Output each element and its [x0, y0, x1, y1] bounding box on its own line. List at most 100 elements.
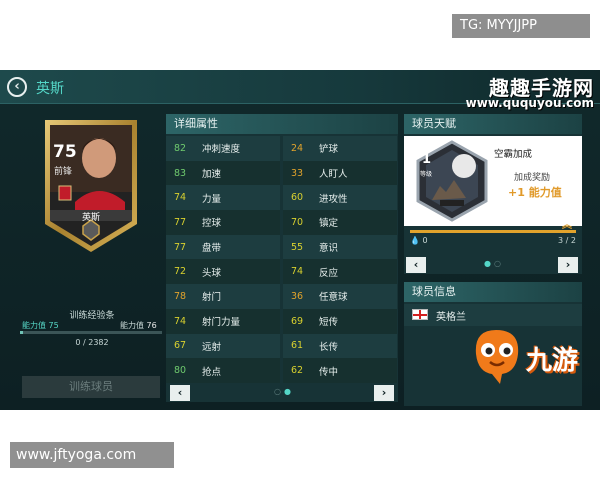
page-dot: ○	[274, 387, 284, 396]
chevron-left-icon: ‹	[413, 258, 419, 271]
attribute-name: 力量	[202, 193, 222, 205]
attribute-value: 82	[174, 142, 187, 154]
attribute-row: 78 射门	[166, 284, 280, 309]
attribute-name: 控球	[202, 218, 222, 230]
page-title: 英斯	[36, 81, 64, 97]
attribute-value: 72	[174, 266, 187, 278]
attribute-name: 意识	[319, 243, 339, 255]
page-dot: ○	[493, 259, 504, 268]
talent-next-button[interactable]: ›	[558, 257, 578, 273]
attribute-row: 74 射门力量	[166, 308, 280, 334]
talent-reward-value: +1 能力值	[508, 186, 562, 199]
attribute-value: 33	[291, 167, 304, 179]
talent-body[interactable]: 1 等级 空霸加成 加成奖励 +1 能力值 ︽	[404, 136, 582, 231]
attribute-name: 镇定	[319, 218, 339, 230]
attribute-name: 远射	[202, 341, 222, 353]
attribute-value: 83	[174, 167, 187, 179]
talent-prev-button[interactable]: ‹	[406, 257, 426, 273]
page-dot-active: ●	[484, 259, 494, 268]
attribute-row: 70 镇定	[283, 210, 397, 235]
attribute-value: 77	[174, 216, 187, 228]
talent-pager: ‹ ●○ ›	[404, 256, 582, 274]
attribute-name: 射门	[202, 292, 222, 304]
jiuyou-logo-icon	[475, 330, 519, 384]
attribute-name: 人盯人	[319, 169, 348, 181]
card-rating: 75	[53, 142, 77, 162]
current-rating-label: 能力值 75	[22, 320, 59, 331]
attribute-row: 60 进攻性	[283, 185, 397, 211]
attribute-row: 36 任意球	[283, 284, 397, 309]
talent-reward-label: 加成奖励	[514, 173, 551, 183]
talent-count: 3 / 2	[558, 236, 576, 245]
attribute-value: 78	[174, 290, 187, 302]
attribute-name: 冲刺速度	[202, 144, 241, 156]
next-rating-caption: 能力值	[120, 321, 144, 330]
attribute-value: 74	[174, 315, 187, 327]
attributes-next-button[interactable]: ›	[374, 385, 394, 401]
tg-watermark: TG: MYYJJPP	[452, 14, 590, 38]
attribute-name: 任意球	[319, 292, 348, 304]
attribute-value: 69	[291, 315, 304, 327]
water-drop-icon: 💧	[410, 236, 420, 245]
attribute-row: 74 反应	[283, 259, 397, 285]
attribute-row: 77 控球	[166, 210, 280, 235]
attribute-name: 反应	[319, 267, 339, 279]
chevron-right-icon: ›	[381, 386, 387, 399]
attribute-value: 77	[174, 241, 187, 253]
attribute-value: 55	[291, 241, 304, 253]
attribute-row: 61 长传	[283, 333, 397, 359]
england-flag-icon	[412, 309, 428, 320]
attributes-prev-button[interactable]: ‹	[170, 385, 190, 401]
chevron-right-icon: ›	[565, 258, 571, 271]
attribute-row: 69 短传	[283, 308, 397, 334]
attribute-row: 83 加速	[166, 160, 280, 186]
attributes-title: 详细属性	[166, 114, 398, 134]
attribute-name: 短传	[319, 317, 339, 329]
attribute-name: 射门力量	[202, 317, 241, 329]
attribute-value: 36	[291, 290, 304, 302]
card-frame-icon	[45, 120, 137, 252]
attribute-value: 80	[174, 365, 187, 377]
attribute-row: 62 传中	[283, 358, 397, 383]
training-exp-fill	[20, 331, 23, 334]
jiuyou-watermark: 九游	[526, 346, 579, 376]
train-player-button[interactable]: 训练球员	[22, 376, 160, 398]
back-button[interactable]: ‹	[7, 77, 27, 97]
attribute-row: 82 冲刺速度	[166, 136, 280, 161]
attributes-page-dots: ○●	[274, 387, 294, 396]
training-exp-progress: 0 / 2382	[75, 338, 109, 347]
attribute-name: 抢点	[202, 366, 222, 378]
attribute-value: 60	[291, 192, 304, 204]
training-exp-bar	[20, 331, 162, 334]
attribute-value: 24	[291, 142, 304, 154]
attribute-row: 80 抢点	[166, 358, 280, 383]
site-watermark: www.jftyoga.com	[10, 442, 174, 468]
attribute-row: 67 远射	[166, 333, 280, 359]
attribute-name: 传中	[319, 366, 339, 378]
nationality: 英格兰	[436, 312, 466, 323]
attribute-name: 铲球	[319, 144, 339, 156]
nationality-row: 英格兰	[404, 304, 582, 326]
top-bar: ‹ 英斯 趣趣手游网 www.ququyou.com	[0, 70, 600, 110]
upgrade-chevron-icon[interactable]: ︽	[562, 216, 572, 231]
attribute-row: 77 盘带	[166, 234, 280, 260]
attributes-right-column: 24 铲球 33 人盯人 60 进攻性 70 镇定 55 意识 74 反应 36 任意球 69 短传 61 长传 6…	[283, 136, 397, 383]
next-rating-value: 76	[146, 321, 157, 330]
player-card[interactable]: 75 前锋 英斯	[41, 114, 141, 252]
talent-level-caption: 等级	[420, 171, 433, 178]
talent-skill-name: 空霸加成	[494, 149, 533, 160]
player-detail-screen: ‹ 英斯 趣趣手游网 www.ququyou.com 75 前锋 英斯 训练经验…	[0, 70, 600, 410]
chevron-left-icon: ‹	[14, 79, 20, 94]
attribute-row: 55 意识	[283, 234, 397, 260]
page-dot-active: ●	[283, 387, 294, 396]
attribute-row: 24 铲球	[283, 136, 397, 161]
attributes-pager: ‹ ○● ›	[166, 384, 398, 402]
attribute-row: 72 头球	[166, 259, 280, 285]
attributes-panel: 详细属性 82 冲刺速度 83 加速 74 力量 77 控球 77 盘带 72 头球 78 射门 74 射门力…	[166, 114, 398, 402]
chevron-left-icon: ‹	[177, 386, 183, 399]
current-rating-caption: 能力值	[22, 321, 46, 330]
attribute-name: 长传	[319, 341, 339, 353]
attribute-row: 33 人盯人	[283, 160, 397, 186]
card-player-name: 英斯	[81, 213, 100, 223]
player-info-title: 球员信息	[404, 282, 582, 302]
